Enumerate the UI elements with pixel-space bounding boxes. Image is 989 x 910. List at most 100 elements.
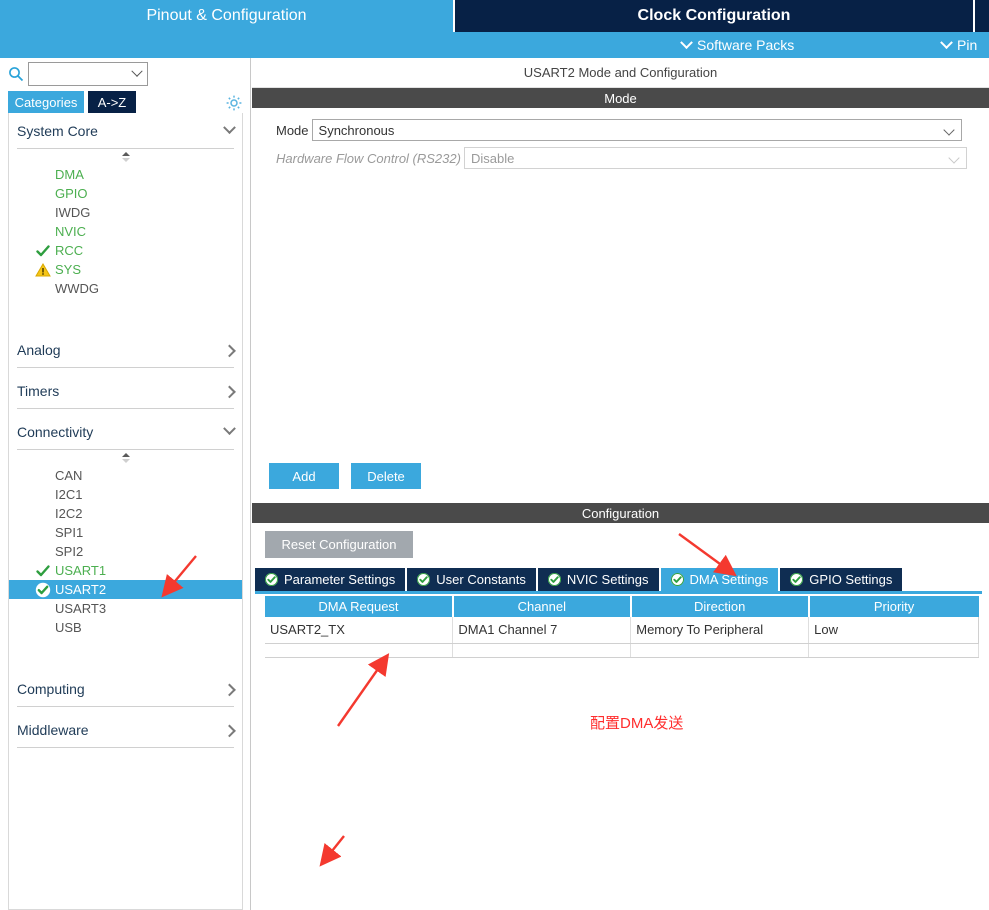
check-icon — [36, 565, 50, 577]
chevron-down-icon — [131, 65, 143, 77]
scroll-spinner[interactable] — [9, 450, 242, 466]
tab-parameter-settings-label: Parameter Settings — [284, 572, 396, 587]
software-packs-menu[interactable]: Software Packs — [680, 32, 795, 58]
tab-check-icon — [790, 573, 804, 586]
sidebar-item-rcc[interactable]: RCC — [9, 241, 242, 260]
tab-dma-settings[interactable]: DMA Settings — [660, 568, 779, 591]
reset-configuration-button[interactable]: Reset Configuration — [265, 531, 413, 558]
table-row[interactable]: USART2_TX DMA1 Channel 7 Memory To Periphe… — [265, 617, 979, 644]
tab-a-to-z[interactable]: A->Z — [88, 91, 136, 113]
tab-nvic-settings[interactable]: NVIC Settings — [537, 568, 659, 591]
chevron-right-icon — [223, 385, 236, 399]
sidebar-group-timers[interactable]: Timers — [17, 373, 236, 409]
sidebar-item-usart2[interactable]: USART2 — [9, 580, 242, 599]
status-mark — [35, 243, 51, 259]
search-input[interactable] — [28, 62, 148, 86]
pinout-menu[interactable]: Pin — [940, 32, 977, 58]
table-cell-empty — [630, 643, 810, 658]
sidebar-item-label: USB — [55, 620, 82, 635]
add-button-label: Add — [292, 468, 316, 484]
sidebar-item-label: USART1 — [55, 563, 107, 578]
mode-section-header: Mode — [252, 88, 989, 108]
sidebar-group-timers-label: Timers — [17, 382, 60, 399]
sidebar-item-nvic[interactable]: NVIC — [9, 222, 242, 241]
sidebar-item-usart3[interactable]: USART3 — [9, 599, 242, 618]
search-icon — [8, 66, 24, 82]
sidebar-item-can[interactable]: CAN — [9, 466, 242, 485]
tab-gpio-settings-label: GPIO Settings — [809, 572, 893, 587]
sidebar-item-sys[interactable]: SYS — [9, 260, 242, 279]
sidebar-group-system-core[interactable]: System Core — [17, 113, 236, 149]
hardware-flow-control-label: Hardware Flow Control (RS232) — [276, 150, 461, 166]
scroll-spinner[interactable] — [9, 149, 242, 165]
table-cell-text: DMA1 Channel 7 — [458, 622, 558, 638]
sidebar-item-spi1[interactable]: SPI1 — [9, 523, 242, 542]
table-cell-empty — [265, 643, 454, 658]
sidebar-item-i2c1[interactable]: I2C1 — [9, 485, 242, 504]
top-tab-bar: Pinout & Configuration Clock Configurati… — [0, 0, 989, 32]
status-mark — [35, 582, 51, 598]
chevron-down-icon — [223, 121, 236, 135]
tab-pinout-configuration-label: Pinout & Configuration — [146, 7, 307, 24]
chevron-right-icon — [223, 683, 236, 697]
column-header-priority: Priority — [808, 596, 979, 617]
tab-clock-configuration[interactable]: Clock Configuration — [455, 0, 973, 32]
sidebar-item-usart1[interactable]: USART1 — [9, 561, 242, 580]
status-mark — [35, 563, 51, 579]
chevron-down-icon — [948, 152, 960, 164]
secondary-toolbar: Software Packs Pin — [0, 32, 989, 58]
hardware-flow-control-value: Disable — [470, 150, 515, 166]
table-cell-empty — [808, 643, 979, 658]
sidebar-item-gpio[interactable]: GPIO — [9, 184, 242, 203]
delete-button[interactable]: Delete — [351, 463, 421, 489]
sidebar-group-connectivity[interactable]: Connectivity — [17, 414, 236, 450]
tab-nvic-settings-label: NVIC Settings — [566, 572, 649, 587]
tab-a-to-z-label: A->Z — [97, 94, 127, 110]
sidebar-item-label: USART3 — [55, 601, 107, 616]
table-cell[interactable]: Memory To Peripheral — [630, 617, 810, 644]
mode-section-header-label: Mode — [604, 90, 637, 106]
mode-select[interactable]: Synchronous — [311, 119, 962, 141]
software-packs-label: Software Packs — [697, 37, 795, 53]
sidebar-group-computing-label: Computing — [17, 680, 85, 697]
sidebar-group-middleware[interactable]: Middleware — [17, 712, 236, 748]
tab-user-constants[interactable]: User Constants — [407, 568, 536, 591]
sidebar-item-label: NVIC — [55, 224, 87, 239]
sidebar-group-computing[interactable]: Computing — [17, 671, 236, 707]
sidebar-item-usb[interactable]: USB — [9, 618, 242, 637]
page-title: USART2 Mode and Configuration — [252, 58, 989, 88]
sidebar-group-middleware-label: Middleware — [17, 721, 89, 738]
tab-check-icon — [417, 573, 431, 586]
tab-project-manager-partial[interactable] — [975, 0, 989, 32]
tab-categories[interactable]: Categories — [8, 91, 84, 113]
delete-button-label: Delete — [367, 468, 405, 484]
sidebar-item-i2c2[interactable]: I2C2 — [9, 504, 242, 523]
sidebar-item-label: SYS — [55, 262, 82, 277]
tabstrip-underline — [255, 591, 982, 594]
tab-categories-label: Categories — [14, 94, 78, 110]
tab-gpio-settings[interactable]: GPIO Settings — [780, 568, 903, 591]
sidebar-item-spi2[interactable]: SPI2 — [9, 542, 242, 561]
tab-parameter-settings[interactable]: Parameter Settings — [255, 568, 406, 591]
group-gap — [9, 637, 242, 671]
table-cell-text: Memory To Peripheral — [636, 622, 764, 638]
column-header-channel: Channel — [452, 596, 632, 617]
column-header-label: DMA Request — [318, 599, 399, 614]
sidebar-group-analog[interactable]: Analog — [17, 332, 236, 368]
table-cell[interactable]: Low — [808, 617, 979, 644]
table-cell[interactable]: DMA1 Channel 7 — [452, 617, 632, 644]
column-header-label: Channel — [517, 599, 567, 614]
add-button[interactable]: Add — [269, 463, 339, 489]
tab-pinout-configuration[interactable]: Pinout & Configuration — [0, 0, 453, 32]
sidebar-item-label: USART2 — [55, 582, 107, 597]
page-title-text: USART2 Mode and Configuration — [523, 65, 718, 80]
column-header-label: Direction — [694, 599, 746, 614]
table-cell[interactable]: USART2_TX — [265, 617, 454, 644]
sidebar-item-dma[interactable]: DMA — [9, 165, 242, 184]
mode-select-value: Synchronous — [318, 122, 395, 138]
configuration-section-header-label: Configuration — [581, 505, 660, 521]
sidebar-item-wwdg[interactable]: WWDG — [9, 279, 242, 298]
sidebar-item-label: SPI2 — [55, 544, 84, 559]
hardware-flow-control-select[interactable]: Disable — [463, 147, 967, 169]
sidebar-item-iwdg[interactable]: IWDG — [9, 203, 242, 222]
